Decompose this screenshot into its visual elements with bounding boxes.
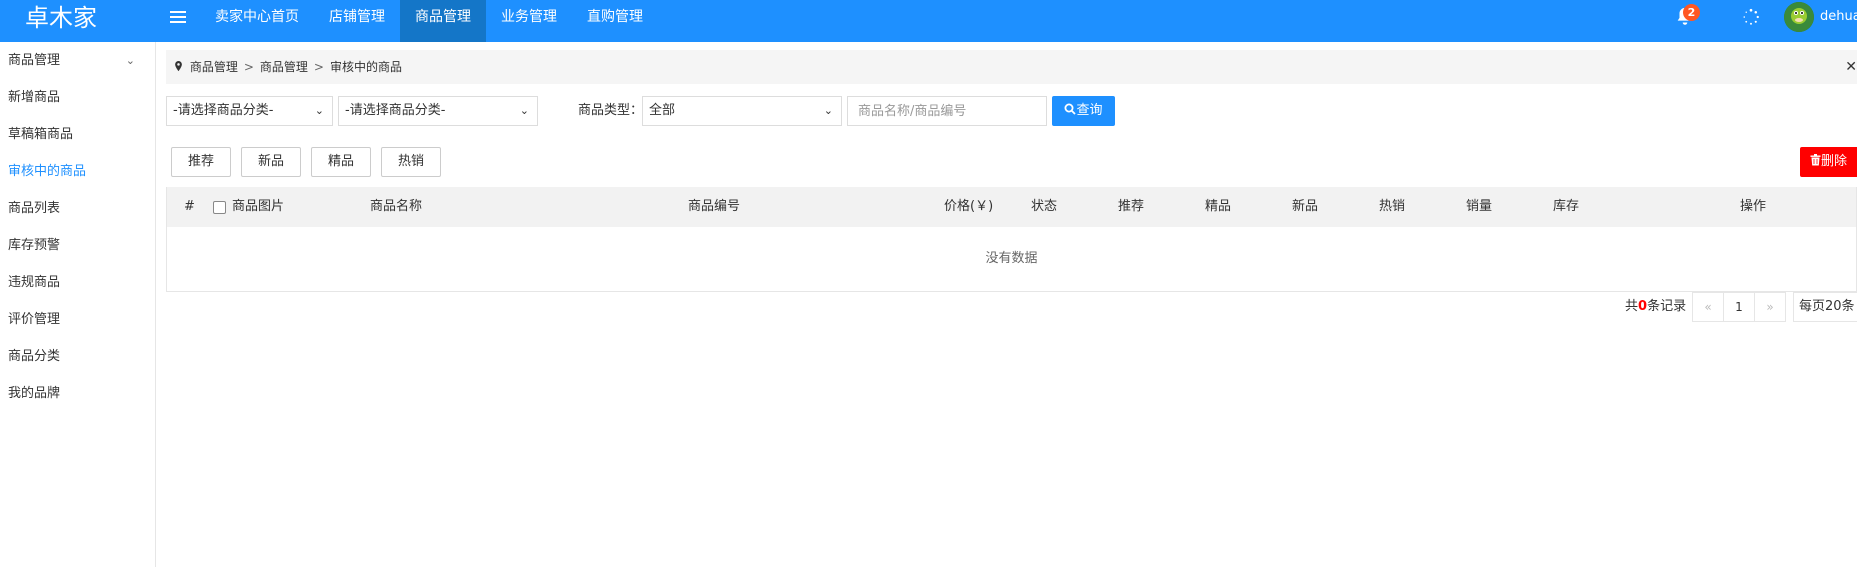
category-select-1-value: -请选择商品分类- <box>173 103 274 118</box>
sidebar-item-drafts[interactable]: 草稿箱商品 <box>0 116 155 153</box>
sidebar: 商品管理 ⌄ 新增商品 草稿箱商品 审核中的商品 商品列表 库存预警 违规商品 … <box>0 42 156 567</box>
notification-badge: 2 <box>1683 4 1700 21</box>
logo[interactable]: 卓木家 <box>25 0 97 42</box>
select-all-checkbox[interactable] <box>213 201 226 214</box>
col-status: 状态 <box>1031 199 1058 214</box>
main-content: 商品管理 > 商品管理 > 审核中的商品 ✕ -请选择商品分类- ⌄ -请选择商品分类-… <box>166 42 1857 567</box>
product-table: # 商品图片 商品名称 商品编号 价格(￥) 状态 推荐 精品 新品 热销 销量… <box>166 187 1857 292</box>
page-button-1[interactable]: 1 <box>1723 292 1755 322</box>
sidebar-item-add-product[interactable]: 新增商品 <box>0 79 155 116</box>
trash-icon <box>1810 154 1821 166</box>
col-name: 商品名称 <box>370 199 423 214</box>
next-page-button[interactable]: » <box>1754 292 1786 322</box>
avatar[interactable] <box>1784 2 1814 32</box>
product-type-value: 全部 <box>649 103 676 118</box>
sidebar-item-product-list[interactable]: 商品列表 <box>0 190 155 227</box>
sidebar-item-label: 商品管理 <box>8 53 61 68</box>
location-pin-icon <box>175 61 182 72</box>
sidebar-item-reviews[interactable]: 评价管理 <box>0 301 155 338</box>
col-code: 商品编号 <box>688 199 741 214</box>
table-header: # 商品图片 商品名称 商品编号 价格(￥) 状态 推荐 精品 新品 热销 销量… <box>167 187 1856 227</box>
hot-sale-button[interactable]: 热销 <box>381 147 441 177</box>
action-bar: 推荐 新品 精品 热销 删除 <box>166 147 1857 179</box>
sidebar-group-product-management[interactable]: 商品管理 ⌄ <box>0 42 155 79</box>
delete-button[interactable]: 删除 <box>1800 147 1857 177</box>
query-button-label: 查询 <box>1076 103 1103 118</box>
nav-item-shop-management[interactable]: 店铺管理 <box>314 0 400 42</box>
col-price: 价格(￥) <box>944 199 994 214</box>
breadcrumb: 商品管理 > 商品管理 > 审核中的商品 ✕ <box>166 50 1857 84</box>
total-prefix: 共 <box>1625 299 1639 314</box>
col-index: # <box>184 199 195 214</box>
category-select-1[interactable]: -请选择商品分类- ⌄ <box>166 96 333 126</box>
top-nav: 卖家中心首页 店铺管理 商品管理 业务管理 直购管理 <box>200 0 658 42</box>
col-stock: 库存 <box>1553 199 1580 214</box>
col-recommend: 推荐 <box>1118 199 1145 214</box>
product-type-label: 商品类型： <box>578 103 644 118</box>
table-body: 没有数据 <box>167 227 1856 291</box>
nav-item-product-management[interactable]: 商品管理 <box>400 0 486 42</box>
menu-toggle-icon[interactable] <box>170 8 186 28</box>
col-actions: 操作 <box>1740 199 1767 214</box>
total-records: 共0条记录 <box>1625 292 1686 322</box>
nav-item-direct-purchase[interactable]: 直购管理 <box>572 0 658 42</box>
search-input[interactable] <box>847 96 1047 126</box>
query-button[interactable]: 查询 <box>1052 96 1115 126</box>
chevron-down-icon: ⌄ <box>314 104 324 117</box>
category-select-2[interactable]: -请选择商品分类- ⌄ <box>338 96 538 126</box>
empty-message: 没有数据 <box>985 251 1038 266</box>
new-button[interactable]: 新品 <box>241 147 301 177</box>
chevron-down-icon: ⌄ <box>125 54 135 67</box>
sidebar-item-under-review[interactable]: 审核中的商品 <box>0 153 155 190</box>
col-sales: 销量 <box>1466 199 1493 214</box>
chevron-down-icon: ⌄ <box>519 104 529 117</box>
chevron-down-icon: ⌄ <box>823 104 833 117</box>
close-icon[interactable]: ✕ <box>1845 50 1857 84</box>
search-icon <box>1064 103 1077 115</box>
refresh-icon[interactable] <box>1742 8 1760 26</box>
recommend-button[interactable]: 推荐 <box>171 147 231 177</box>
sidebar-item-categories[interactable]: 商品分类 <box>0 338 155 375</box>
breadcrumb-item[interactable]: 商品管理 <box>190 60 238 74</box>
delete-button-label: 删除 <box>1821 154 1848 169</box>
total-suffix: 条记录 <box>1647 299 1687 314</box>
prev-page-button[interactable]: « <box>1692 292 1724 322</box>
sidebar-item-brands[interactable]: 我的品牌 <box>0 375 155 412</box>
breadcrumb-item: 审核中的商品 <box>329 60 402 74</box>
username[interactable]: dehua <box>1820 0 1857 34</box>
filter-bar: -请选择商品分类- ⌄ -请选择商品分类- ⌄ 商品类型： 全部 ⌄ 查询 <box>166 96 1857 126</box>
breadcrumb-separator: > <box>243 60 254 74</box>
sidebar-item-violations[interactable]: 违规商品 <box>0 264 155 301</box>
col-hot: 热销 <box>1379 199 1406 214</box>
featured-button[interactable]: 精品 <box>311 147 371 177</box>
nav-item-business-management[interactable]: 业务管理 <box>486 0 572 42</box>
nav-item-seller-home[interactable]: 卖家中心首页 <box>200 0 314 42</box>
sidebar-item-stock-warning[interactable]: 库存预警 <box>0 227 155 264</box>
col-featured: 精品 <box>1205 199 1232 214</box>
page-size-select[interactable]: 每页20条 <box>1793 292 1857 322</box>
breadcrumb-separator: > <box>313 60 324 74</box>
col-new: 新品 <box>1292 199 1319 214</box>
category-select-2-value: -请选择商品分类- <box>345 103 446 118</box>
col-image: 商品图片 <box>232 199 285 214</box>
total-count: 0 <box>1638 299 1648 314</box>
product-type-select[interactable]: 全部 ⌄ <box>642 96 842 126</box>
breadcrumb-item[interactable]: 商品管理 <box>260 60 308 74</box>
top-bar: 卓木家 卖家中心首页 店铺管理 商品管理 业务管理 直购管理 2 dehua <box>0 0 1857 42</box>
